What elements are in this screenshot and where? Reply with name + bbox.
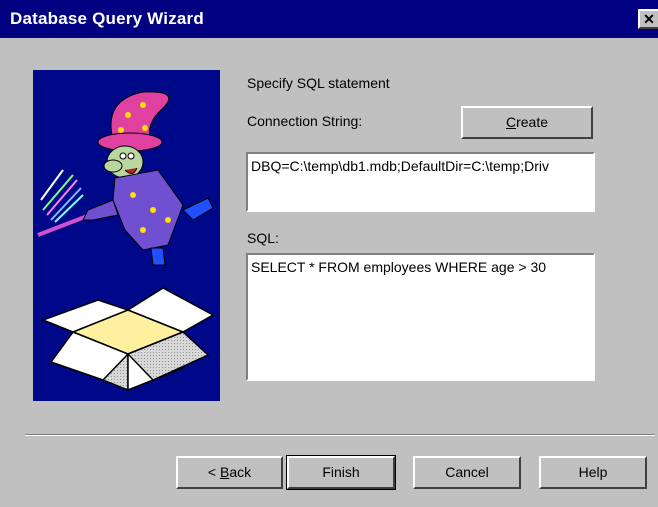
create-accel: C xyxy=(505,114,517,130)
separator xyxy=(25,434,655,436)
sql-label: SQL: xyxy=(247,230,279,246)
back-button[interactable]: < Back xyxy=(176,456,283,489)
dialog-window: Database Query Wizard ✕ Specify SQL stat… xyxy=(0,0,658,507)
sql-field[interactable]: SELECT * FROM employees WHERE age > 30 xyxy=(246,253,595,381)
close-icon: ✕ xyxy=(643,11,655,27)
back-prefix: < xyxy=(207,464,220,480)
create-label: reate xyxy=(516,114,549,130)
window-title: Database Query Wizard xyxy=(10,9,204,28)
section-heading: Specify SQL statement xyxy=(247,75,390,91)
connection-string-field[interactable]: DBQ=C:\temp\db1.mdb;DefaultDir=C:\temp;D… xyxy=(246,152,595,212)
back-label: ack xyxy=(229,464,252,480)
create-button[interactable]: Create xyxy=(461,106,593,139)
back-accel: B xyxy=(219,464,230,480)
wizard-illustration xyxy=(33,70,220,401)
connection-string-label: Connection String: xyxy=(247,113,363,129)
close-button[interactable]: ✕ xyxy=(638,9,658,29)
cancel-button[interactable]: Cancel xyxy=(413,456,521,489)
finish-button[interactable]: Finish xyxy=(286,455,396,490)
title-bar: Database Query Wizard ✕ xyxy=(0,0,658,38)
wizard-box-icon xyxy=(33,70,220,401)
help-button[interactable]: Help xyxy=(539,456,647,489)
